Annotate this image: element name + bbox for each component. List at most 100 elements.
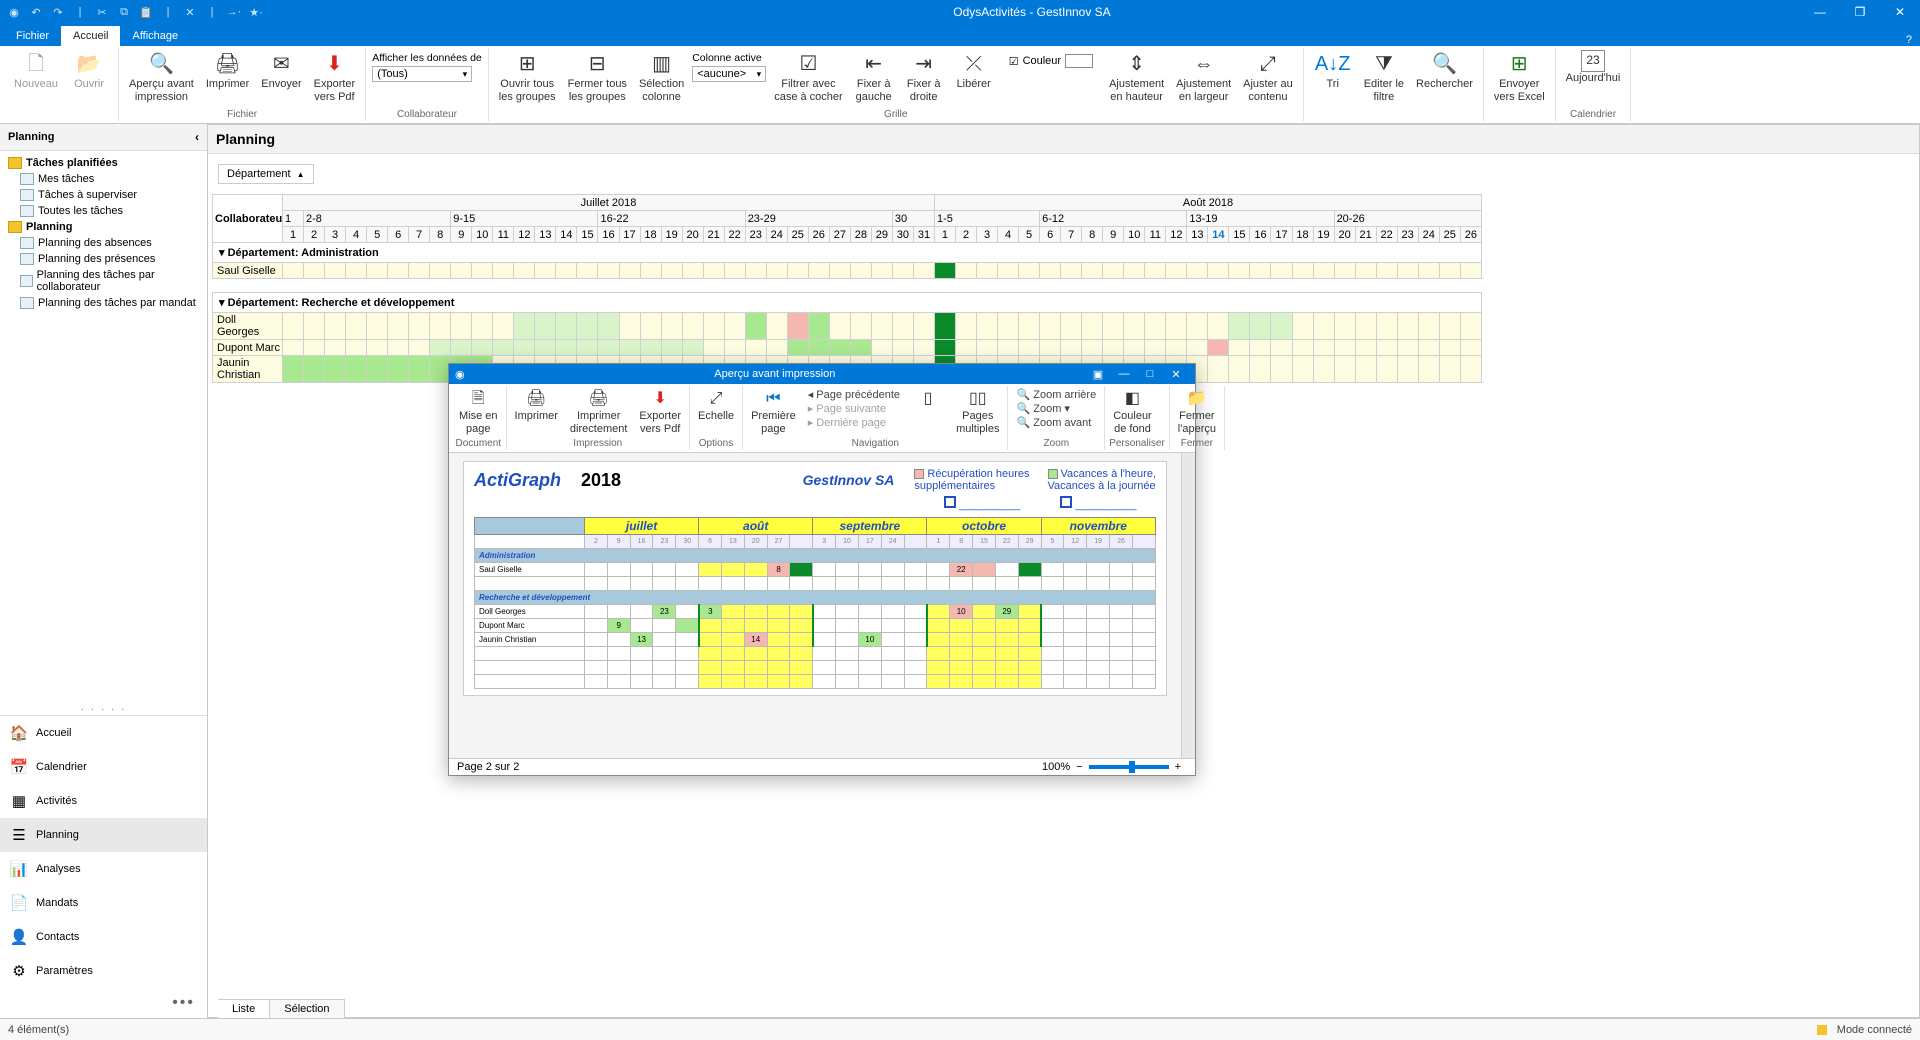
cell[interactable]	[1145, 340, 1166, 356]
cell[interactable]	[724, 313, 745, 340]
cell[interactable]	[367, 263, 388, 279]
cell[interactable]	[913, 313, 934, 340]
cell[interactable]	[1082, 313, 1103, 340]
cell[interactable]	[1439, 340, 1460, 356]
dept-header[interactable]: ▾ Département: Recherche et développemen…	[213, 293, 1482, 313]
cell[interactable]	[1145, 263, 1166, 279]
tab-accueil[interactable]: Accueil	[61, 26, 120, 46]
day-header[interactable]: 26	[1460, 227, 1481, 243]
nav-calendrier[interactable]: 📅Calendrier	[0, 750, 207, 784]
cell[interactable]	[430, 263, 451, 279]
search-button[interactable]: 🔍Rechercher	[1412, 48, 1477, 93]
day-header[interactable]: 26	[808, 227, 829, 243]
preview-print-button[interactable]: 🖨Imprimer	[511, 386, 562, 425]
preview-maximize-button[interactable]: □	[1137, 368, 1163, 380]
column-select-button[interactable]: ▥Sélection colonne	[635, 48, 688, 105]
cell[interactable]	[808, 263, 829, 279]
cell[interactable]	[598, 313, 619, 340]
day-header[interactable]: 2	[304, 227, 325, 243]
cell[interactable]	[766, 340, 787, 356]
day-header[interactable]: 4	[998, 227, 1019, 243]
cell[interactable]	[1439, 313, 1460, 340]
cell[interactable]	[1061, 313, 1082, 340]
zoom-button[interactable]: 🔍 Zoom ▾	[1016, 402, 1096, 415]
day-header[interactable]: 15	[577, 227, 598, 243]
cell[interactable]	[1145, 313, 1166, 340]
preview-restore-icon[interactable]: ▣	[1085, 368, 1111, 381]
nav-mandats[interactable]: 📄Mandats	[0, 886, 207, 920]
cell[interactable]	[956, 263, 977, 279]
cell[interactable]	[850, 263, 871, 279]
day-header[interactable]: 21	[703, 227, 724, 243]
page-setup-button[interactable]: 🗎Mise en page	[455, 386, 502, 437]
tree-item-presences[interactable]: Planning des présences	[2, 251, 205, 267]
cell[interactable]	[325, 356, 346, 383]
color-swatch[interactable]	[1065, 54, 1093, 68]
fit-height-button[interactable]: ⇕Ajustement en hauteur	[1105, 48, 1168, 105]
preview-scrollbar[interactable]	[1181, 453, 1195, 758]
day-header[interactable]: 16	[598, 227, 619, 243]
cell[interactable]	[388, 340, 409, 356]
cell[interactable]	[1187, 263, 1208, 279]
cell[interactable]	[1124, 263, 1145, 279]
cell[interactable]	[1208, 356, 1229, 383]
day-header[interactable]: 1	[283, 227, 304, 243]
cell[interactable]	[1040, 340, 1061, 356]
cell[interactable]	[1271, 340, 1292, 356]
cell[interactable]	[871, 313, 892, 340]
goto-icon[interactable]: →·	[226, 4, 242, 20]
cell[interactable]	[619, 340, 640, 356]
cell[interactable]	[956, 340, 977, 356]
cell[interactable]	[514, 313, 535, 340]
cell[interactable]	[808, 313, 829, 340]
cell[interactable]	[1271, 356, 1292, 383]
cell[interactable]	[1040, 313, 1061, 340]
cell[interactable]	[1208, 263, 1229, 279]
day-header[interactable]: 20	[682, 227, 703, 243]
cell[interactable]	[787, 263, 808, 279]
day-header[interactable]: 1	[934, 227, 955, 243]
cell[interactable]	[998, 313, 1019, 340]
cell[interactable]	[703, 340, 724, 356]
export-pdf-button[interactable]: ⬇Exporter vers Pdf	[310, 48, 360, 105]
row-name[interactable]: Doll Georges	[213, 313, 283, 340]
day-header[interactable]: 16	[1250, 227, 1271, 243]
cell[interactable]	[556, 340, 577, 356]
tree-item-taches-collab[interactable]: Planning des tâches par collaborateur	[2, 267, 205, 295]
cell[interactable]	[346, 340, 367, 356]
cell[interactable]	[829, 263, 850, 279]
cell[interactable]	[1124, 313, 1145, 340]
cell[interactable]	[1355, 340, 1376, 356]
day-header[interactable]: 17	[1271, 227, 1292, 243]
undo-icon[interactable]: ↶	[28, 4, 44, 20]
cell[interactable]	[1418, 356, 1439, 383]
cell[interactable]	[682, 340, 703, 356]
cell[interactable]	[304, 356, 325, 383]
cell[interactable]	[682, 313, 703, 340]
cell[interactable]	[304, 313, 325, 340]
day-header[interactable]: 30	[892, 227, 913, 243]
day-header[interactable]: 10	[1124, 227, 1145, 243]
cell[interactable]	[493, 263, 514, 279]
cell[interactable]	[934, 313, 955, 340]
day-header[interactable]: 18	[1292, 227, 1313, 243]
preview-body[interactable]: ActiGraph 2018 GestInnov SA Récupération…	[449, 453, 1181, 758]
day-header[interactable]: 22	[1376, 227, 1397, 243]
tab-liste[interactable]: Liste	[218, 1000, 270, 1018]
cell[interactable]	[1166, 313, 1187, 340]
cell[interactable]	[1103, 263, 1124, 279]
cell[interactable]	[598, 340, 619, 356]
cell[interactable]	[1334, 356, 1355, 383]
help-icon[interactable]: ?	[1906, 34, 1912, 46]
cell[interactable]	[1187, 340, 1208, 356]
day-header[interactable]: 22	[724, 227, 745, 243]
cell[interactable]	[745, 263, 766, 279]
cell[interactable]	[472, 340, 493, 356]
cell[interactable]	[472, 263, 493, 279]
collapse-groups-button[interactable]: ⊟Fermer tous les groupes	[564, 48, 631, 105]
cell[interactable]	[829, 313, 850, 340]
close-preview-button[interactable]: 📁Fermer l'aperçu	[1174, 386, 1220, 437]
cell[interactable]	[1313, 356, 1334, 383]
tree-item-absences[interactable]: Planning des absences	[2, 235, 205, 251]
filter-checkbox-button[interactable]: ☑Filtrer avec case à cocher	[770, 48, 846, 105]
